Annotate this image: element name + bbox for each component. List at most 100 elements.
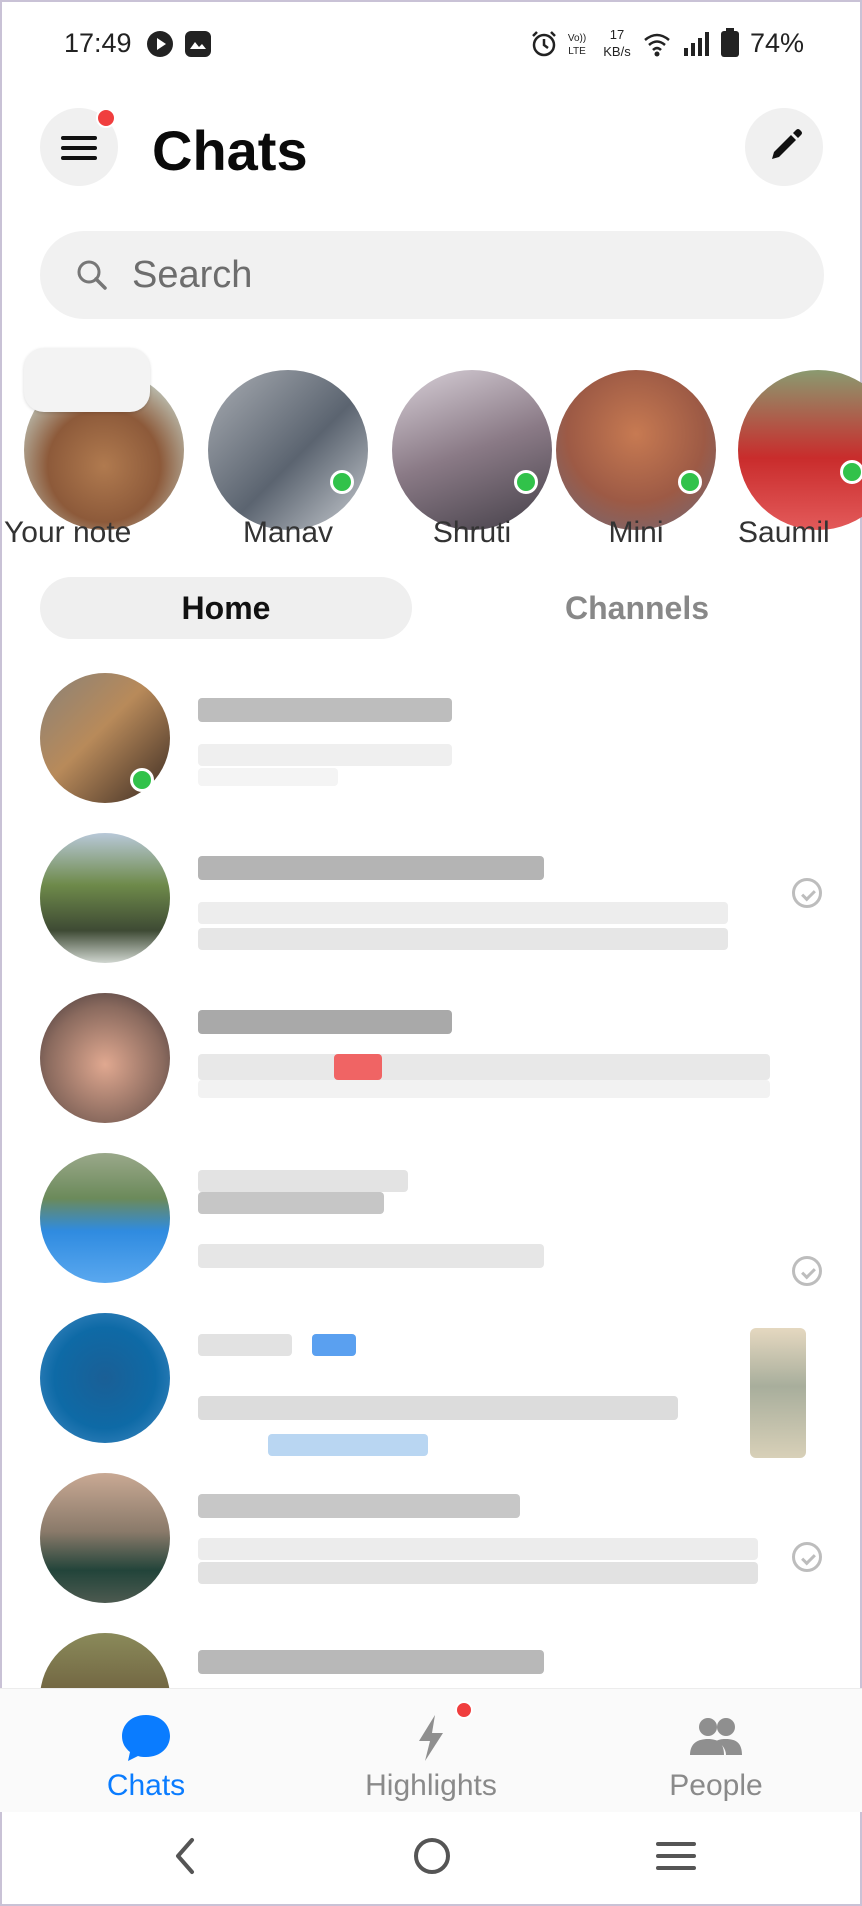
back-icon[interactable] [166,1834,206,1878]
net-speed: 17 KB/s [603,27,631,59]
volte-icon: Vo)) LTE [568,33,586,57]
status-time: 17:49 [64,28,132,58]
chat-preview-redacted [198,1396,678,1420]
chat-link-redacted [268,1434,428,1456]
chat-avatar [40,1313,170,1443]
chat-avatar [40,1153,170,1283]
story-label: Manav [242,516,334,549]
compose-button[interactable] [745,108,823,186]
chat-avatar [40,1473,170,1603]
story-your-note[interactable]: Your note [4,340,184,560]
chat-avatar [40,833,170,963]
highlights-notification-dot [455,1701,473,1719]
online-indicator [130,768,154,792]
tab-home[interactable]: Home [40,577,412,639]
svg-text:Vo)): Vo)) [568,33,586,44]
page-title: Chats [152,119,308,182]
chat-preview-redacted [198,1080,770,1098]
seen-check-icon [792,878,822,908]
story-label: Your note [4,516,132,549]
story-contact[interactable]: Saumil [738,340,862,560]
tab-channels[interactable]: Channels [450,577,824,639]
battery-icon [721,28,739,57]
home-icon[interactable] [410,1834,454,1878]
chat-avatar [40,1633,170,1688]
contact-avatar [392,370,552,530]
nav-highlights[interactable]: Highlights [321,1689,541,1813]
chat-row[interactable] [0,1148,862,1308]
wifi-icon [644,33,670,57]
story-contact[interactable]: Mini [556,340,716,560]
story-label: Shruti [432,516,512,549]
svg-text:17: 17 [610,27,624,42]
chat-name-redacted [312,1334,356,1356]
story-label: Saumil [738,516,830,549]
chat-name-redacted [198,1494,520,1518]
chat-row[interactable] [0,668,862,828]
chat-name-redacted [198,856,544,880]
chat-list [0,668,862,1688]
pencil-icon [772,129,802,159]
recents-icon[interactable] [654,1836,698,1876]
emoji-redacted [334,1054,382,1080]
seen-check-icon [792,1256,822,1286]
chat-preview-redacted [198,1054,770,1080]
chat-preview-redacted [198,1562,758,1584]
note-bubble [24,348,150,412]
nav-label: People [669,1769,763,1802]
contact-avatar [208,370,368,530]
nav-people[interactable]: People [606,1689,826,1813]
chat-name-redacted [198,698,452,722]
inbox-tabs: Home Channels [40,577,824,639]
story-contact[interactable]: Manav [208,340,368,560]
contact-avatar [556,370,716,530]
lightning-icon [419,1715,443,1761]
battery-percent: 74% [750,28,805,58]
chat-preview-redacted [198,902,728,924]
chat-preview-redacted [198,744,452,766]
chat-preview-redacted [198,1538,758,1560]
bottom-nav: Chats Highlights People [0,1688,862,1812]
chat-preview-redacted [198,1244,544,1268]
chat-row[interactable] [0,1628,862,1688]
story-contact[interactable]: Shruti [392,340,552,560]
nav-chats[interactable]: Chats [36,1689,256,1813]
chat-row[interactable] [0,828,862,988]
chat-avatar [40,993,170,1123]
alarm-icon [532,31,556,57]
chat-name-redacted [198,1650,544,1674]
chat-name-redacted [198,1334,292,1356]
online-indicator [330,470,354,494]
status-bar: 17:49 Vo)) LTE 17 KB/s 74% [0,0,862,86]
seen-check-icon [792,1542,822,1572]
hamburger-icon [61,136,97,160]
chat-row[interactable] [0,1308,862,1468]
svg-text:LTE: LTE [568,46,586,57]
chat-preview-redacted [198,768,338,786]
chat-row[interactable] [0,988,862,1148]
chat-row[interactable] [0,1468,862,1628]
story-label: Mini [608,516,664,549]
chat-name-redacted [198,1170,408,1192]
search-input[interactable] [132,249,772,301]
chat-name-redacted [198,1010,452,1034]
search-bar[interactable] [40,231,824,319]
search-icon [77,260,107,290]
people-icon [690,1718,742,1755]
chat-thumbnail [750,1328,806,1458]
svg-text:KB/s: KB/s [603,44,631,59]
nav-label: Chats [106,1769,186,1802]
play-icon [147,31,173,57]
menu-notification-dot [96,108,116,128]
chat-preview-redacted [198,928,728,950]
image-icon [185,31,211,57]
system-nav-bar [0,1812,862,1904]
stories-row: Your note Manav Shruti Mini Saumil [0,340,862,560]
chat-name-redacted [198,1192,384,1214]
online-indicator [514,470,538,494]
nav-label: Highlights [365,1769,497,1802]
online-indicator [678,470,702,494]
chat-bubble-icon [122,1715,170,1761]
contact-avatar [738,370,862,530]
online-indicator [840,460,862,484]
